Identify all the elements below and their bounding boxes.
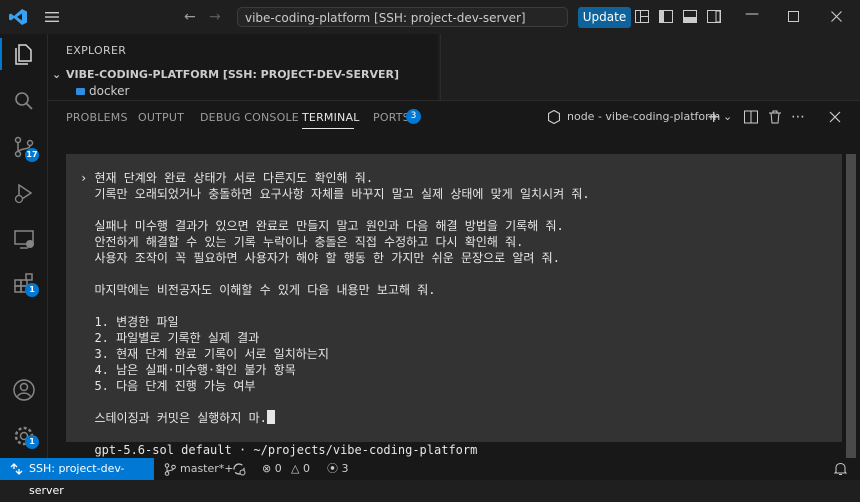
tree-item-docker[interactable]: docker [76,84,129,98]
toggle-primary-sidebar-icon[interactable] [659,10,673,23]
split-terminal-icon[interactable] [743,109,759,125]
more-actions-icon[interactable]: ⋯ [791,109,807,125]
tab-terminal[interactable]: TERMINAL [302,111,360,124]
git-branch[interactable]: master*+ [180,458,234,480]
terminal-input-text: 스테이징과 커밋은 실행하지 마. [80,411,267,425]
bottom-panel: PROBLEMS OUTPUT DEBUG CONSOLE TERMINAL P… [48,100,860,459]
tab-ports[interactable]: PORTS [373,111,410,124]
customize-layout-icon[interactable] [635,10,649,23]
explorer-sidebar: EXPLORER ⌄ VIBE-CODING-PLATFORM [SSH: PRO… [48,34,438,100]
terminal-input-line[interactable]: 스테이징과 커밋은 실행하지 마. [80,410,275,426]
tab-output[interactable]: OUTPUT [138,111,184,124]
workspace-folder-row[interactable]: ⌄ VIBE-CODING-PLATFORM [SSH: PROJECT-DEV-… [52,68,399,81]
explorer-icon[interactable] [12,42,36,66]
chevron-down-icon[interactable]: ⌄ [723,109,739,125]
sync-icon[interactable] [232,462,246,476]
active-indicator [0,38,2,70]
warning-icon: △ [291,462,300,475]
close-panel-icon[interactable] [829,111,841,123]
terminal-cursor [266,410,275,424]
terminal-line: 사용자 조작이 꼭 필요하면 사용자가 해야 할 행동 한 가지만 쉬운 문장으… [80,251,560,265]
menu-icon[interactable] [44,10,60,24]
errors-count: 0 [274,462,282,475]
back-arrow-icon[interactable]: ← [184,9,196,25]
terminal-line: 마지막에는 비전공자도 이해할 수 있게 다음 내용만 보고해 줘. [80,283,436,297]
forward-arrow-icon[interactable]: → [209,9,221,25]
radio-tower-icon: ⦿ [327,462,338,475]
git-branch-icon [164,463,176,476]
extensions-badge: 1 [25,283,39,297]
model-status-text: gpt-5.6-sol default · ~/projects/vibe-co… [80,443,478,457]
editor-area [440,34,860,100]
tab-problems[interactable]: PROBLEMS [66,111,128,124]
terminal-line: 실패나 미수행 결과가 있으면 완료로 만들지 말고 원인과 다음 해결 방법을… [80,219,564,233]
remote-label: SSH: project-dev-server [29,462,125,497]
command-center-search[interactable]: vibe-coding-platform [SSH: project-dev-s… [237,7,568,27]
remote-icon [10,463,23,475]
run-debug-icon[interactable] [12,181,36,205]
update-button[interactable]: Update [578,7,631,28]
minimize-icon[interactable]: — [745,6,759,22]
workspace-folder-name: VIBE-CODING-PLATFORM [SSH: PROJECT-DEV-S… [66,68,400,81]
settings-badge: 1 [25,435,39,449]
terminal-output[interactable]: › 현재 단계와 완료 상태가 서로 다른지도 확인해 줘. 기록만 오래되었거… [66,154,842,459]
terminal-line: 안전하게 해결할 수 있는 기록 누락이나 충돌은 직접 수정하고 다시 확인해… [80,235,524,249]
ports-badge: 3 [406,109,421,124]
kill-terminal-icon[interactable] [767,109,783,125]
terminal-name[interactable]: node - vibe-coding-platform [567,110,720,123]
explorer-title: EXPLORER [66,44,127,57]
notifications-bell-icon[interactable] [834,462,847,476]
terminal-profile-icon [548,110,560,124]
terminal-scrollbar[interactable] [846,154,856,459]
chevron-down-icon: ⌄ [52,68,62,81]
title-bar: ← → vibe-coding-platform [SSH: project-d… [0,0,860,34]
active-tab-underline [302,128,354,129]
terminal-line: 3. 현재 단계 완료 기록이 서로 일치하는지 [80,347,329,361]
close-window-icon[interactable] [831,11,842,22]
terminal-line: 2. 파일별로 기록한 실제 결과 [80,331,260,345]
toggle-panel-icon[interactable] [683,10,697,23]
terminal-status-line: gpt-5.6-sol default · ~/projects/vibe-co… [66,442,842,459]
remote-indicator[interactable]: SSH: project-dev-server [0,458,154,497]
warnings-count: 0 [302,462,310,475]
maximize-icon[interactable] [788,11,799,22]
terminal-line: › 현재 단계와 완료 상태가 서로 다른지도 확인해 줘. [80,171,374,185]
docker-folder-icon [76,88,85,95]
ports-indicator[interactable]: ⦿ 3 [327,458,349,480]
tab-debug-console[interactable]: DEBUG CONSOLE [200,111,299,124]
activity-bar: 17 1 1 [0,34,48,458]
search-icon[interactable] [12,89,36,113]
terminal-line: 5. 다음 단계 진행 가능 여부 [80,379,256,393]
toggle-secondary-sidebar-icon[interactable] [707,10,721,23]
accounts-icon[interactable] [12,378,36,402]
status-bar: SSH: project-dev-server master*+ ⊗ 0 △ 0… [0,458,860,497]
source-control-badge: 17 [25,148,39,162]
scrollbar-thumb[interactable] [846,154,856,459]
terminal-line: 4. 남은 실패·미수행·확인 불가 항목 [80,363,296,377]
vscode-logo-icon [9,9,27,25]
ports-count: 3 [341,462,349,475]
new-terminal-icon[interactable]: + [707,109,723,125]
error-icon: ⊗ [262,462,272,475]
terminal-line: 1. 변경한 파일 [80,315,179,329]
errors-indicator[interactable]: ⊗ 0 [262,458,282,480]
tree-item-label: docker [89,84,130,98]
remote-explorer-icon[interactable] [12,227,36,251]
warnings-indicator[interactable]: △ 0 [291,458,310,480]
terminal-line: 기록만 오래되었거나 충돌하면 요구사항 자체를 바꾸지 말고 실제 상태에 맞… [80,187,590,201]
